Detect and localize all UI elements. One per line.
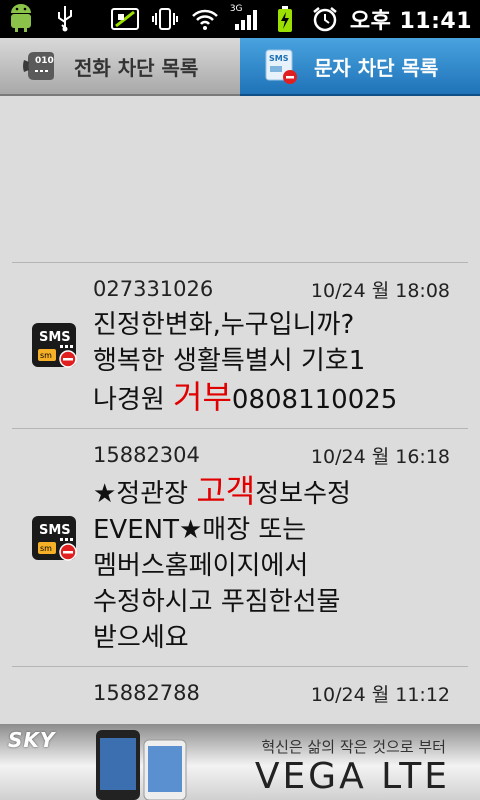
message-date: 10/24 월 18:08 xyxy=(310,279,450,302)
tab-sms-block-list[interactable]: SMS 문자 차단 목록 xyxy=(240,38,480,96)
status-bar: 3G 오후 11:41 xyxy=(0,0,480,38)
list-item[interactable]: SMS sm 027331026 10/24 월 18:08 진정한변화,누구입… xyxy=(0,263,480,428)
svg-text:010: 010 xyxy=(35,56,54,66)
usb-icon xyxy=(50,3,80,33)
svg-text:sm: sm xyxy=(40,351,52,360)
sms-blocked-icon: SMS sm xyxy=(32,516,77,561)
list-item[interactable]: 15882788 10/24 월 11:12 xyxy=(0,667,480,719)
svg-text:SMS: SMS xyxy=(269,54,289,63)
wifi-icon xyxy=(190,4,220,34)
android-icon xyxy=(6,3,36,33)
ad-slogan: 혁신은 삶의 작은 것으로 부터 xyxy=(261,738,446,756)
ad-banner[interactable]: SKY 혁신은 삶의 작은 것으로 부터 VEGA LTE xyxy=(0,724,480,800)
tab-call-label: 전화 차단 목록 xyxy=(74,55,199,80)
phone-product-image xyxy=(96,730,187,800)
ad-maker-logo: SKY xyxy=(8,728,56,752)
svg-text:sm: sm xyxy=(40,544,52,553)
battery-charging-icon xyxy=(270,4,300,34)
sms-blocked-icon: SMS xyxy=(265,49,297,84)
signal-icon: 3G xyxy=(230,4,260,34)
list-item[interactable]: SMS sm 15882304 10/24 월 16:18 ★정관장 고객정보수… xyxy=(0,429,480,666)
svg-text:SMS: SMS xyxy=(39,330,71,345)
sender-number: 15882304 xyxy=(93,443,200,467)
tab-bar: 010 전화 차단 목록 SMS 문자 차단 목록 xyxy=(0,38,480,98)
message-body: 진정한변화,누구입니까? 행복한 생활특별시 기호1 나경원 거부0808110… xyxy=(93,310,398,416)
spam-keyword: 거부 xyxy=(173,378,232,416)
sms-blocked-icon: SMS sm xyxy=(32,323,77,368)
blocked-sms-list[interactable]: SMS sm 027331026 10/24 월 18:08 진정한변화,누구입… xyxy=(0,98,480,724)
alarm-icon xyxy=(310,4,340,34)
sender-number: 15882788 xyxy=(93,681,200,705)
message-date: 10/24 월 11:12 xyxy=(310,683,450,706)
sender-number: 027331026 xyxy=(93,277,214,301)
phone-010-icon: 010 xyxy=(23,52,54,80)
svg-text:SMS: SMS xyxy=(39,523,71,538)
message-date: 10/24 월 16:18 xyxy=(310,445,450,468)
no-sim-icon xyxy=(110,4,140,34)
vibrate-icon xyxy=(150,4,180,34)
tab-sms-label: 문자 차단 목록 xyxy=(314,55,439,80)
message-body: ★정관장 고객정보수정 EVENT★매장 또는 멤버스홈페이지에서 수정하시고 … xyxy=(93,472,351,653)
ad-brand: VEGA LTE xyxy=(254,756,450,797)
status-time: 오후 11:41 xyxy=(349,9,472,34)
spam-keyword: 고객 xyxy=(196,472,256,510)
tab-call-block-list[interactable]: 010 전화 차단 목록 xyxy=(0,38,240,96)
